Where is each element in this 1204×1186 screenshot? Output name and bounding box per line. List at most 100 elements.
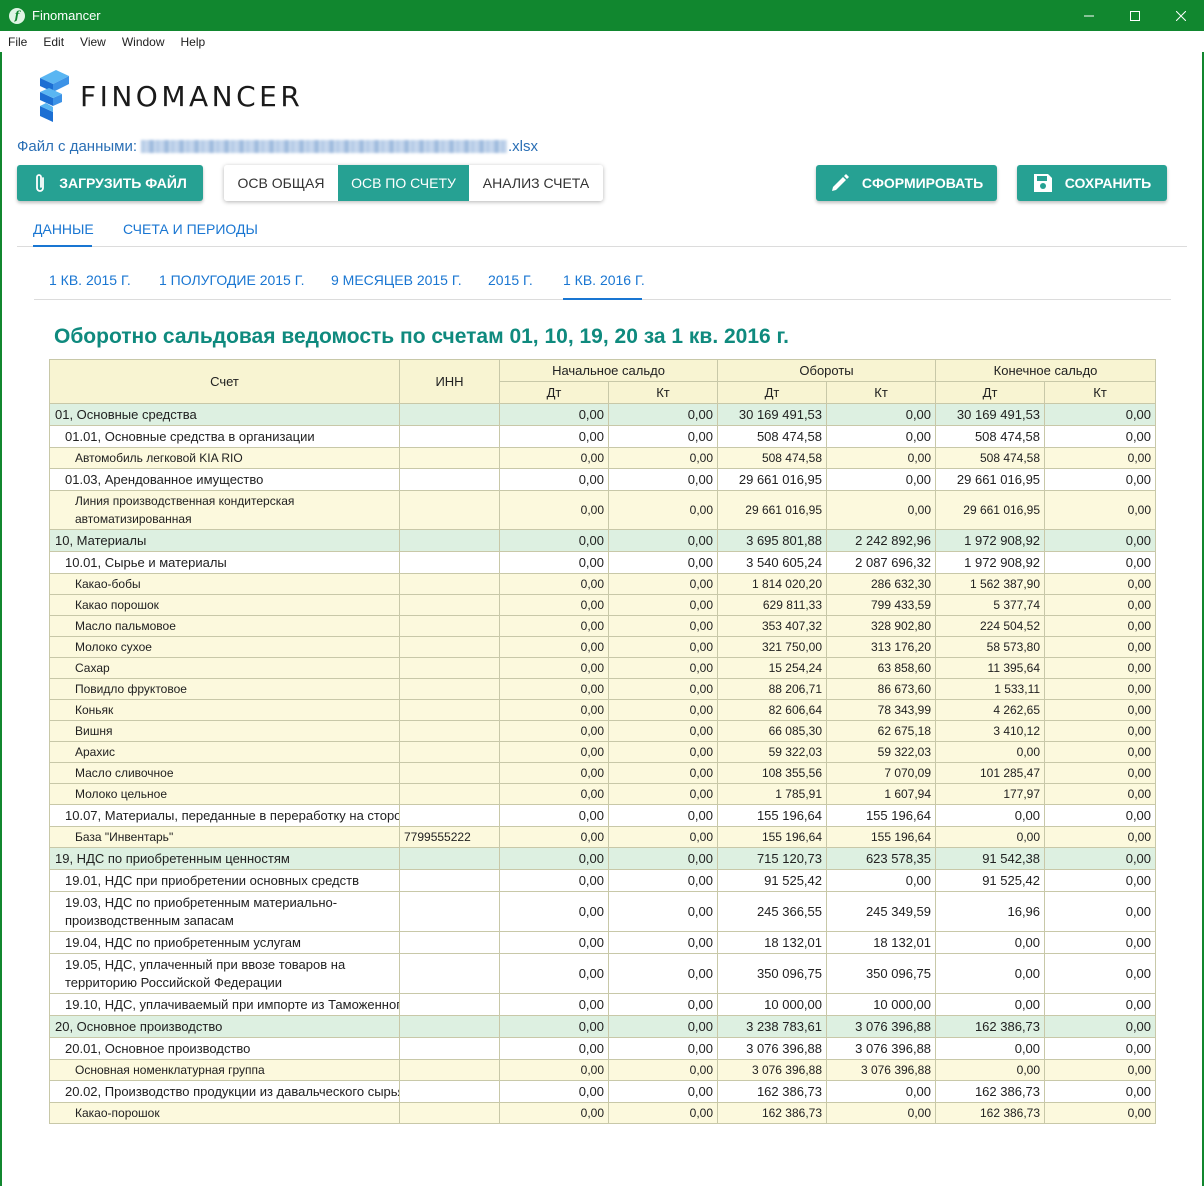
cell-closing-kt: 0,00 — [1044, 993, 1157, 1016]
cell-account-name: Основная номенклатурная группа — [49, 1059, 400, 1081]
tab-period-2015[interactable]: 2015 Г. — [488, 272, 533, 288]
menu-edit[interactable]: Edit — [35, 35, 72, 49]
table-row-account[interactable]: 20, Основное производство 0,00 0,00 3 238 7… — [49, 1015, 1157, 1038]
cell-opening-dt: 0,00 — [499, 1059, 609, 1081]
cell-opening-dt: 0,00 — [499, 699, 609, 721]
logo: FINOMANCER — [36, 68, 303, 124]
table-row-item[interactable]: Какао порошок 0,00 0,00 629 811,33 799 433,5… — [49, 594, 1157, 616]
cell-account-name: 10.01, Сырье и материалы — [49, 551, 400, 574]
file-extension: .xlsx — [508, 138, 539, 155]
table-row-subaccount[interactable]: 19.03, НДС по приобретенным материально-… — [49, 891, 1157, 932]
menu-file[interactable]: File — [0, 35, 35, 49]
table-row-item[interactable]: Какао-порошок 0,00 0,00 162 386,73 0,00 162 3… — [49, 1102, 1157, 1124]
table-row-item[interactable]: Линия производственная кондитерская авто… — [49, 490, 1157, 530]
table-row-subaccount[interactable]: 10.01, Сырье и материалы 0,00 0,00 3 540 60… — [49, 551, 1157, 574]
cell-closing-dt: 1 562 387,90 — [935, 573, 1046, 595]
table-row-item[interactable]: Молоко цельное 0,00 0,00 1 785,91 1 607,94 17… — [49, 783, 1157, 805]
table-row-subaccount[interactable]: 19.04, НДС по приобретенным услугам 0,00 0… — [49, 931, 1157, 954]
minimize-button[interactable] — [1066, 0, 1112, 31]
cell-closing-dt: 0,00 — [935, 953, 1046, 994]
menu-window[interactable]: Window — [114, 35, 173, 49]
table-row-subaccount[interactable]: 01.03, Арендованное имущество 0,00 0,00 29 … — [49, 468, 1157, 491]
cell-opening-dt: 0,00 — [499, 1102, 609, 1124]
cell-closing-dt: 162 386,73 — [935, 1015, 1046, 1038]
table-row-account[interactable]: 19, НДС по приобретенным ценностям 0,00 0,… — [49, 847, 1157, 870]
table-row-item[interactable]: Молоко сухое 0,00 0,00 321 750,00 313 176,20… — [49, 636, 1157, 658]
table-row-subaccount[interactable]: 20.02, Производство продукции из давальч… — [49, 1080, 1157, 1103]
cell-turnover-dt: 29 661 016,95 — [717, 468, 828, 491]
file-info: Файл с данными: .xlsx — [17, 138, 538, 155]
cell-inn — [399, 573, 500, 595]
save-button[interactable]: СОХРАНИТЬ — [1017, 165, 1167, 201]
maximize-button[interactable] — [1112, 0, 1158, 31]
cell-opening-dt: 0,00 — [499, 636, 609, 658]
menu-view[interactable]: View — [72, 35, 114, 49]
upload-file-button[interactable]: ЗАГРУЗИТЬ ФАЙЛ — [17, 165, 203, 201]
cell-inn — [399, 636, 500, 658]
cell-turnover-kt: 86 673,60 — [826, 678, 937, 700]
table-row-account[interactable]: 01, Основные средства 0,00 0,00 30 169 491,… — [49, 403, 1157, 426]
table-row-subaccount[interactable]: 10.07, Материалы, переданные в переработ… — [49, 804, 1157, 827]
cell-opening-kt: 0,00 — [607, 699, 719, 721]
cell-turnover-kt: 799 433,59 — [826, 594, 937, 616]
segment-osv-general[interactable]: ОСВ ОБЩАЯ — [224, 165, 338, 201]
cell-opening-kt: 0,00 — [607, 615, 719, 637]
table-row-item[interactable]: Коньяк 0,00 0,00 82 606,64 78 343,99 4 262,65… — [49, 699, 1157, 721]
cell-opening-kt: 0,00 — [607, 425, 719, 448]
cell-turnover-kt: 18 132,01 — [826, 931, 937, 954]
segment-osv-by-account[interactable]: ОСВ ПО СЧЕТУ — [338, 165, 469, 201]
cell-closing-dt: 0,00 — [935, 804, 1046, 827]
generate-button[interactable]: СФОРМИРОВАТЬ — [816, 165, 997, 201]
table-row-item[interactable]: Основная номенклатурная группа 0,00 0,00 3 … — [49, 1059, 1157, 1081]
tab-period-9m-2015[interactable]: 9 МЕСЯЦЕВ 2015 Г. — [331, 272, 462, 288]
table-row-subaccount[interactable]: 19.10, НДС, уплачиваемый при импорте из … — [49, 993, 1157, 1016]
table-row-subaccount[interactable]: 19.05, НДС, уплаченный при ввозе товаров… — [49, 953, 1157, 994]
cell-turnover-kt: 3 076 396,88 — [826, 1015, 937, 1038]
close-button[interactable] — [1158, 0, 1204, 31]
table-row-item[interactable]: Вишня 0,00 0,00 66 085,30 62 675,18 3 410,12 0… — [49, 720, 1157, 742]
cell-account-name: Какао-бобы — [49, 573, 400, 595]
table-row-item[interactable]: Автомобиль легковой KIA RIO 0,00 0,00 508 4… — [49, 447, 1157, 469]
cell-closing-dt: 4 262,65 — [935, 699, 1046, 721]
cell-turnover-kt: 155 196,64 — [826, 826, 937, 848]
menu-help[interactable]: Help — [173, 35, 214, 49]
tab-accounts-periods[interactable]: СЧЕТА И ПЕРИОДЫ — [123, 221, 258, 237]
upload-file-label: ЗАГРУЗИТЬ ФАЙЛ — [59, 175, 187, 191]
table-row-subaccount[interactable]: 20.01, Основное производство 0,00 0,00 3 07… — [49, 1037, 1157, 1060]
table-row-subaccount[interactable]: 19.01, НДС при приобретении основных сре… — [49, 869, 1157, 892]
table-row-item[interactable]: Повидло фруктовое 0,00 0,00 88 206,71 86 673… — [49, 678, 1157, 700]
cell-closing-dt: 29 661 016,95 — [935, 490, 1046, 530]
table-row-item[interactable]: Какао-бобы 0,00 0,00 1 814 020,20 286 632,30… — [49, 573, 1157, 595]
table-row-item[interactable]: Арахис 0,00 0,00 59 322,03 59 322,03 0,00 0,00 — [49, 741, 1157, 763]
cell-opening-kt: 0,00 — [607, 594, 719, 616]
osv-table: Счет ИНН Начальное сальдо Обороты Конечн… — [49, 359, 1157, 1124]
tab-data[interactable]: ДАННЫЕ — [33, 221, 94, 237]
cell-closing-dt: 0,00 — [935, 741, 1046, 763]
file-label: Файл с данными: — [17, 138, 138, 155]
table-row-item[interactable]: Масло пальмовое 0,00 0,00 353 407,32 328 902… — [49, 615, 1157, 637]
table-row-item[interactable]: Масло сливочное 0,00 0,00 108 355,56 7 070,0… — [49, 762, 1157, 784]
table-row-item[interactable]: Сахар 0,00 0,00 15 254,24 63 858,60 11 395,64… — [49, 657, 1157, 679]
cell-turnover-dt: 245 366,55 — [717, 891, 828, 932]
table-row-account[interactable]: 10, Материалы 0,00 0,00 3 695 801,88 2 242 8… — [49, 529, 1157, 552]
close-icon — [1176, 10, 1186, 21]
segment-account-analysis[interactable]: АНАЛИЗ СЧЕТА — [469, 165, 603, 201]
cell-closing-kt: 0,00 — [1044, 490, 1157, 530]
cell-closing-dt: 162 386,73 — [935, 1080, 1046, 1103]
tab-period-h1-2015[interactable]: 1 ПОЛУГОДИЕ 2015 Г. — [159, 272, 305, 288]
cell-closing-kt: 0,00 — [1044, 425, 1157, 448]
cell-closing-kt: 0,00 — [1044, 783, 1157, 805]
cell-closing-dt: 508 474,58 — [935, 425, 1046, 448]
cell-inn — [399, 1102, 500, 1124]
table-row-subaccount[interactable]: 01.01, Основные средства в организации 0,… — [49, 425, 1157, 448]
cell-opening-kt: 0,00 — [607, 529, 719, 552]
table-row-item[interactable]: База "Инвентарь" 7799555222 0,00 0,00 155 19… — [49, 826, 1157, 848]
cell-account-name: Повидло фруктовое — [49, 678, 400, 700]
cell-inn — [399, 741, 500, 763]
main-tabs: ДАННЫЕ СЧЕТА И ПЕРИОДЫ — [17, 213, 1187, 247]
tab-period-q1-2016[interactable]: 1 КВ. 2016 Г. — [563, 272, 645, 288]
cell-turnover-dt: 30 169 491,53 — [717, 403, 828, 426]
tab-period-q1-2015[interactable]: 1 КВ. 2015 Г. — [49, 272, 131, 288]
cell-opening-kt: 0,00 — [607, 931, 719, 954]
cell-turnover-kt: 0,00 — [826, 1080, 937, 1103]
